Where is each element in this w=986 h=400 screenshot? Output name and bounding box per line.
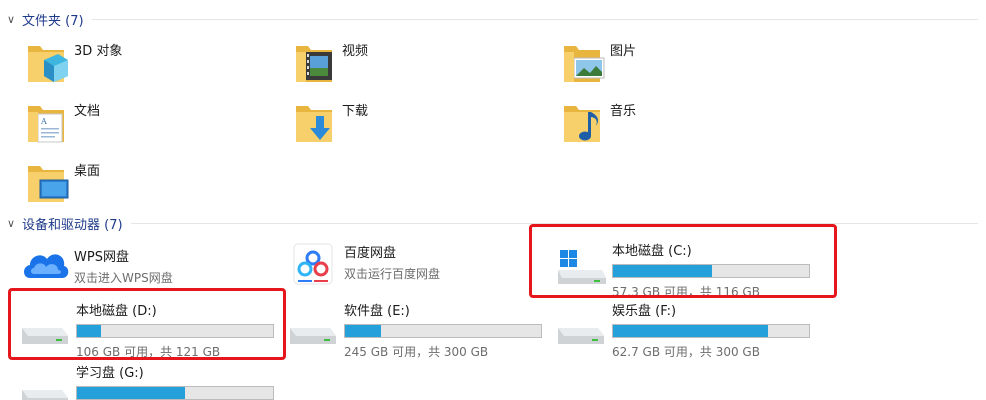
drive-free-space: 62.7 GB 可用，共 300 GB xyxy=(612,345,760,359)
drive-usage-bar xyxy=(344,324,542,338)
folder-documents-icon: A xyxy=(24,98,70,146)
app-item-baidu-netdisk[interactable]: 百度网盘 双击运行百度网盘 xyxy=(290,240,440,288)
folder-music-icon xyxy=(560,98,606,146)
folder-pictures-icon xyxy=(560,38,606,86)
drive-item-c[interactable]: 本地磁盘 (C:) 57.3 GB 可用，共 116 GB xyxy=(554,238,810,300)
chevron-down-icon[interactable]: ∨ xyxy=(0,217,22,230)
drive-usage-bar xyxy=(612,324,810,338)
group-header-devices[interactable]: ∨ 设备和驱动器 (7) xyxy=(0,212,986,234)
folder-item-music[interactable]: 音乐 xyxy=(560,98,636,146)
drive-name: 本地磁盘 (C:) xyxy=(612,244,692,259)
app-subtitle: 双击运行百度网盘 xyxy=(344,267,441,281)
folder-item-desktop[interactable]: 桌面 xyxy=(24,158,100,206)
hard-drive-icon xyxy=(554,298,612,348)
drive-name: 本地磁盘 (D:) xyxy=(76,304,157,319)
folder-item-downloads[interactable]: 下载 xyxy=(292,98,368,146)
app-subtitle: 双击进入WPS网盘 xyxy=(74,271,173,285)
group-title-folders: 文件夹 (7) xyxy=(22,13,84,29)
hard-drive-icon xyxy=(18,360,76,400)
drive-item-g[interactable]: 学习盘 (G:) xyxy=(18,360,274,400)
app-item-wps-cloud[interactable]: WPS网盘 双击进入WPS网盘 xyxy=(20,244,173,292)
drive-name: 学习盘 (G:) xyxy=(76,366,144,381)
drive-item-e[interactable]: 软件盘 (E:) 245 GB 可用，共 300 GB xyxy=(286,298,542,360)
folder-label: 文档 xyxy=(74,104,101,119)
hard-drive-icon xyxy=(18,298,76,348)
group-header-folders[interactable]: ∨ 文件夹 (7) xyxy=(0,8,986,30)
folder-label: 桌面 xyxy=(74,164,101,179)
folder-label: 下载 xyxy=(342,104,369,119)
folder-item-documents[interactable]: A 文档 xyxy=(24,98,100,146)
folder-desktop-icon xyxy=(24,158,70,206)
app-name: 百度网盘 xyxy=(344,246,397,261)
drive-usage-bar xyxy=(76,324,274,338)
divider xyxy=(130,222,978,224)
drive-name: 娱乐盘 (F:) xyxy=(612,304,677,319)
drive-item-f[interactable]: 娱乐盘 (F:) 62.7 GB 可用，共 300 GB xyxy=(554,298,810,360)
folder-label: 图片 xyxy=(610,44,637,59)
drive-usage-bar xyxy=(612,264,810,278)
windows-drive-icon xyxy=(554,238,612,288)
drive-usage-fill xyxy=(77,387,185,399)
folder-downloads-icon xyxy=(292,98,338,146)
drive-free-space: 106 GB 可用，共 121 GB xyxy=(76,345,221,359)
chevron-down-icon[interactable]: ∨ xyxy=(0,13,22,26)
folder-item-3d-objects[interactable]: 3D 对象 xyxy=(24,38,122,86)
drive-free-space: 245 GB 可用，共 300 GB xyxy=(344,345,489,359)
baidu-netdisk-icon xyxy=(290,240,340,288)
folder-label: 音乐 xyxy=(610,104,637,119)
drive-usage-fill xyxy=(345,325,381,337)
drive-usage-fill xyxy=(613,325,769,337)
drive-item-d[interactable]: 本地磁盘 (D:) 106 GB 可用，共 121 GB xyxy=(18,298,274,360)
app-name: WPS网盘 xyxy=(74,250,129,265)
folder-item-videos[interactable]: 视频 xyxy=(292,38,368,86)
drive-usage-fill xyxy=(77,325,102,337)
folder-label: 3D 对象 xyxy=(74,44,123,59)
folder-3d-objects-icon xyxy=(24,38,70,86)
wps-cloud-icon xyxy=(20,244,70,292)
drive-usage-bar xyxy=(76,386,274,400)
drive-usage-fill xyxy=(613,265,713,277)
divider xyxy=(91,18,978,20)
folder-videos-icon xyxy=(292,38,338,86)
hard-drive-icon xyxy=(286,298,344,348)
svg-text:A: A xyxy=(40,117,47,126)
group-title-devices: 设备和驱动器 (7) xyxy=(22,217,123,233)
folder-label: 视频 xyxy=(342,44,369,59)
folder-item-pictures[interactable]: 图片 xyxy=(560,38,636,86)
drive-name: 软件盘 (E:) xyxy=(344,304,410,319)
